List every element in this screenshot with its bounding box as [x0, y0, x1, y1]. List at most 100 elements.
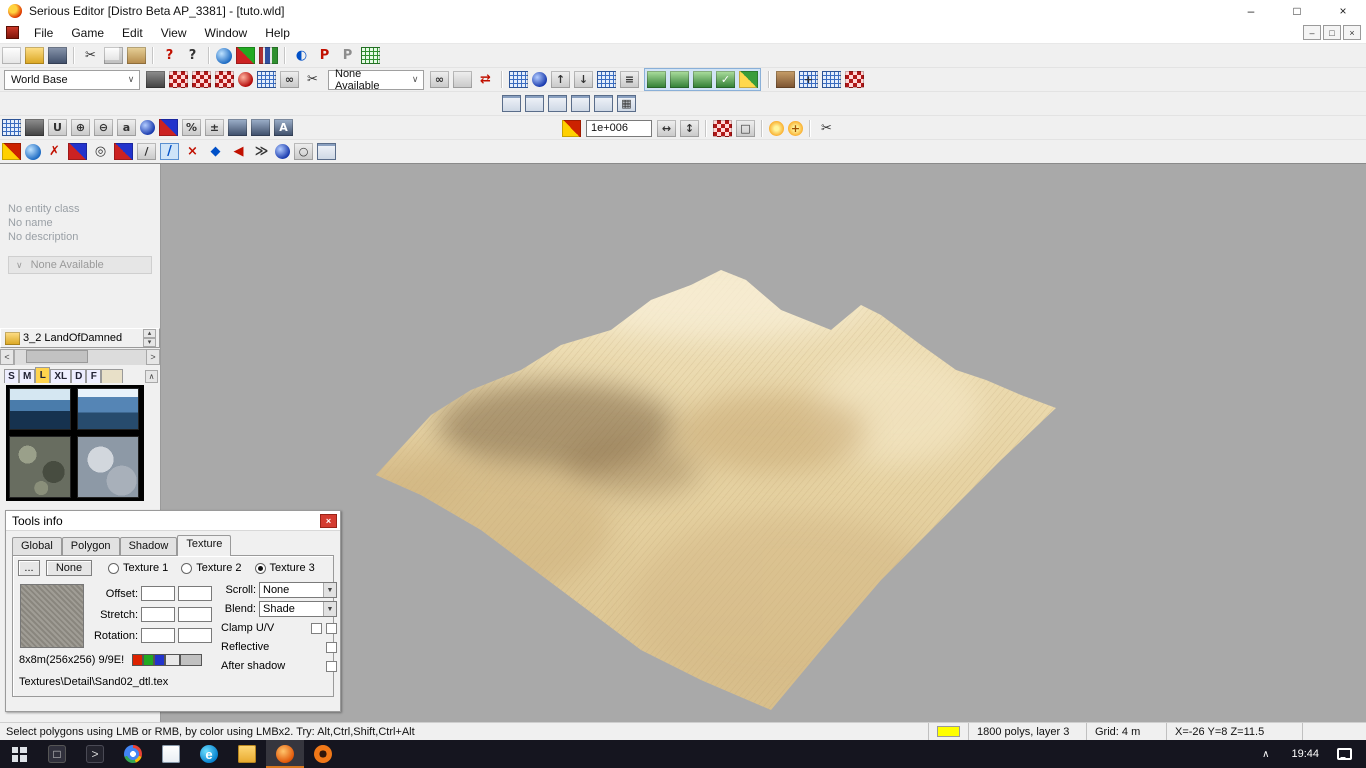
clamp-u-checkbox[interactable] [311, 622, 322, 634]
viewport-frame-4-icon[interactable] [571, 95, 590, 112]
viewport-frame-1-icon[interactable] [502, 95, 521, 112]
task-view-icon[interactable]: □ [38, 740, 76, 768]
serious-sam-icon[interactable] [304, 740, 342, 768]
anchor-entity-icon[interactable] [146, 71, 165, 88]
color-swatch[interactable] [165, 654, 181, 666]
grid-cells-icon[interactable] [822, 71, 841, 88]
after-shadow-checkbox[interactable] [326, 660, 337, 672]
paste-alt-icon[interactable] [509, 71, 528, 88]
pencil-gray-icon[interactable]: / [137, 143, 156, 160]
minimize-button[interactable]: – [1228, 0, 1274, 22]
render-mode-icon[interactable] [236, 47, 255, 64]
mdi-minimize-button[interactable]: – [1303, 25, 1321, 40]
menu-view[interactable]: View [152, 24, 196, 42]
axes-icon[interactable] [159, 119, 178, 136]
flip-texture-icon[interactable] [114, 143, 133, 160]
move-down-icon[interactable]: ↓ [574, 71, 593, 88]
texture-tab-xl[interactable]: XL [50, 369, 72, 383]
texture-thumbnail[interactable] [9, 388, 71, 430]
world-paint-2-icon[interactable] [192, 71, 211, 88]
menu-edit[interactable]: Edit [113, 24, 152, 42]
list-view-icon[interactable]: ≡ [620, 71, 639, 88]
clock[interactable]: 19:44 [1281, 748, 1329, 760]
action-center-icon[interactable] [1337, 748, 1352, 760]
world-paint-1-icon[interactable] [169, 71, 188, 88]
layer-a-icon[interactable] [647, 71, 666, 88]
shield-icon[interactable] [140, 120, 155, 135]
move-up-icon[interactable]: ↑ [551, 71, 570, 88]
notepad-icon[interactable] [152, 740, 190, 768]
eye-icon[interactable]: ◎ [91, 143, 110, 160]
range-icon[interactable] [562, 119, 581, 137]
offset-v-input[interactable] [178, 586, 212, 601]
active-color-swatch[interactable] [937, 726, 960, 737]
sort-grid-icon[interactable] [597, 71, 616, 88]
red-sphere-icon[interactable] [238, 72, 253, 87]
library-icon[interactable] [259, 47, 278, 64]
world-paint-3-icon[interactable] [215, 71, 234, 88]
snapshot-a-icon[interactable]: A [274, 119, 293, 136]
paste-icon[interactable] [127, 47, 146, 64]
snapshot-1-icon[interactable] [228, 119, 247, 136]
light-icon[interactable] [769, 120, 784, 136]
texture-tab-l[interactable]: L [35, 367, 51, 383]
world-globe-2-icon[interactable] [25, 143, 41, 160]
serious-editor-icon[interactable] [266, 740, 304, 768]
start-button[interactable] [0, 740, 38, 768]
tools-info-titlebar[interactable]: Tools info × [6, 511, 340, 531]
color-swatch[interactable] [143, 654, 155, 666]
open-file-icon[interactable] [25, 47, 44, 64]
attach-icon[interactable]: ∞ [430, 71, 449, 88]
tools-tab-shadow[interactable]: Shadow [119, 537, 178, 555]
perspective-viewport[interactable] [161, 164, 1366, 722]
magnet-icon[interactable]: U [48, 119, 67, 136]
stretch-u-input[interactable] [141, 607, 175, 622]
unlink-icon[interactable] [453, 71, 472, 88]
slope-tool-icon[interactable]: / [160, 143, 179, 160]
cut-polygon-icon[interactable]: ✂ [817, 120, 836, 137]
blue-sphere-icon[interactable] [532, 72, 547, 87]
globe-icon[interactable] [216, 47, 232, 64]
context-help-icon[interactable]: ? [183, 47, 202, 64]
close-icon[interactable]: × [320, 513, 337, 528]
texture-tab-s[interactable]: S [4, 369, 19, 383]
bounding-box-icon[interactable]: □ [736, 119, 755, 137]
mdi-close-button[interactable]: × [1343, 25, 1361, 40]
texture-thumbnail[interactable] [9, 436, 71, 498]
radio-texture-1[interactable]: Texture 1 [108, 562, 168, 574]
color-swatch[interactable] [180, 654, 203, 666]
spin-up-button[interactable]: ▴ [143, 329, 156, 338]
snap-grid-icon[interactable] [2, 119, 21, 136]
erase-small-icon[interactable]: × [183, 143, 202, 160]
layer-b-icon[interactable] [670, 71, 689, 88]
viewport-grid-icon[interactable]: ▦ [617, 95, 636, 112]
rotation-v-input[interactable] [178, 628, 212, 643]
diamond-icon[interactable]: ◆ [206, 143, 225, 160]
range-value-input[interactable]: 1e+006 [586, 119, 652, 137]
none-button[interactable]: None [46, 560, 92, 576]
frame-box-icon[interactable] [317, 143, 336, 160]
checker-red-icon[interactable] [845, 71, 864, 88]
chrome-icon[interactable] [114, 740, 152, 768]
grid-plus-icon[interactable]: + [799, 71, 818, 88]
subdivide-icon[interactable] [713, 119, 732, 137]
color-swatch[interactable] [154, 654, 166, 666]
tools-tab-polygon[interactable]: Polygon [61, 537, 120, 555]
copy-icon[interactable] [104, 47, 123, 64]
help-icon[interactable]: ? [160, 47, 179, 64]
console-icon[interactable]: > [76, 740, 114, 768]
measure-icon[interactable]: ± [205, 119, 224, 136]
scroll-select[interactable]: None ▼ [259, 582, 337, 598]
new-file-icon[interactable] [2, 47, 21, 64]
texture-browser-header[interactable]: 3_2 LandOfDamned ▴ ▾ [0, 328, 160, 348]
scrollbar-thumb[interactable] [26, 350, 88, 363]
rotation-u-input[interactable] [141, 628, 175, 643]
spin-down-button[interactable]: ▾ [143, 338, 156, 347]
reflective-checkbox[interactable] [326, 641, 337, 653]
mdi-restore-button[interactable]: □ [1323, 25, 1341, 40]
viewport-frame-5-icon[interactable] [594, 95, 613, 112]
fit-v-icon[interactable]: ↕ [680, 119, 699, 137]
offset-u-input[interactable] [141, 586, 175, 601]
stretch-v-input[interactable] [178, 607, 212, 622]
green-grid-icon[interactable] [361, 47, 380, 64]
